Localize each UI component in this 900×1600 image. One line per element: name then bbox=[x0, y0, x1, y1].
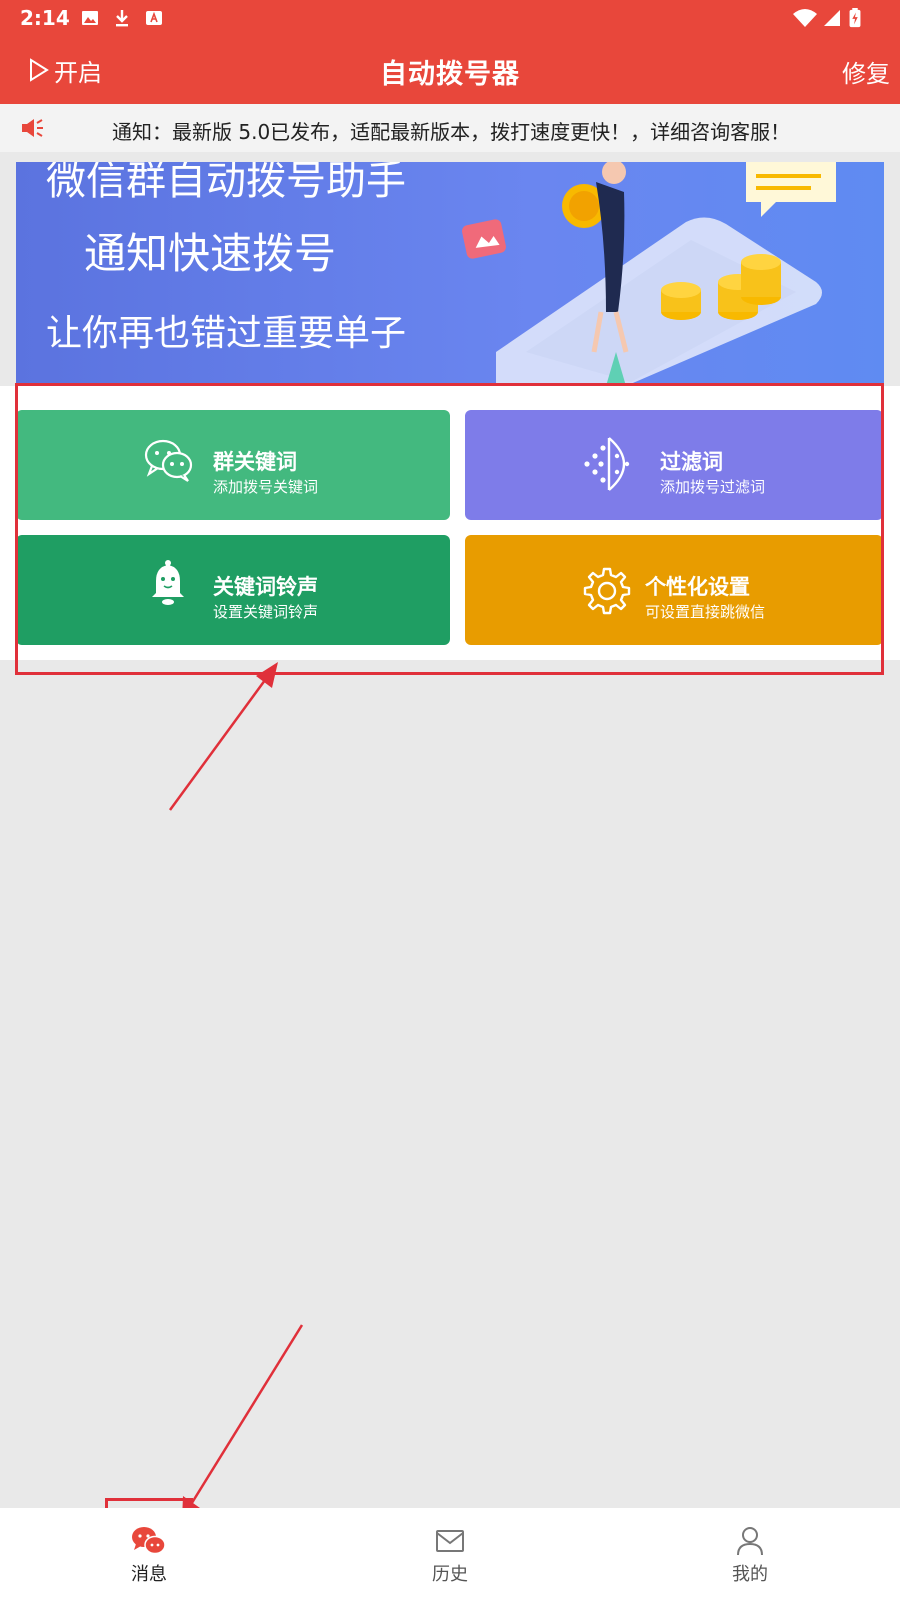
message-icon bbox=[132, 1527, 166, 1555]
tab-mine[interactable]: 我的 bbox=[670, 1508, 830, 1600]
bottom-tab-bar: 消息 历史 我的 bbox=[0, 1508, 900, 1600]
annotation-arrows bbox=[168, 662, 304, 1520]
tab-label: 我的 bbox=[732, 1564, 768, 1585]
tab-label: 消息 bbox=[131, 1564, 167, 1585]
user-icon bbox=[737, 1527, 763, 1556]
tab-label: 历史 bbox=[432, 1564, 468, 1585]
mail-icon bbox=[436, 1530, 464, 1552]
tab-messages[interactable]: 消息 bbox=[69, 1508, 229, 1600]
arrow-head-icon bbox=[256, 662, 278, 688]
tab-history[interactable]: 历史 bbox=[370, 1508, 530, 1600]
